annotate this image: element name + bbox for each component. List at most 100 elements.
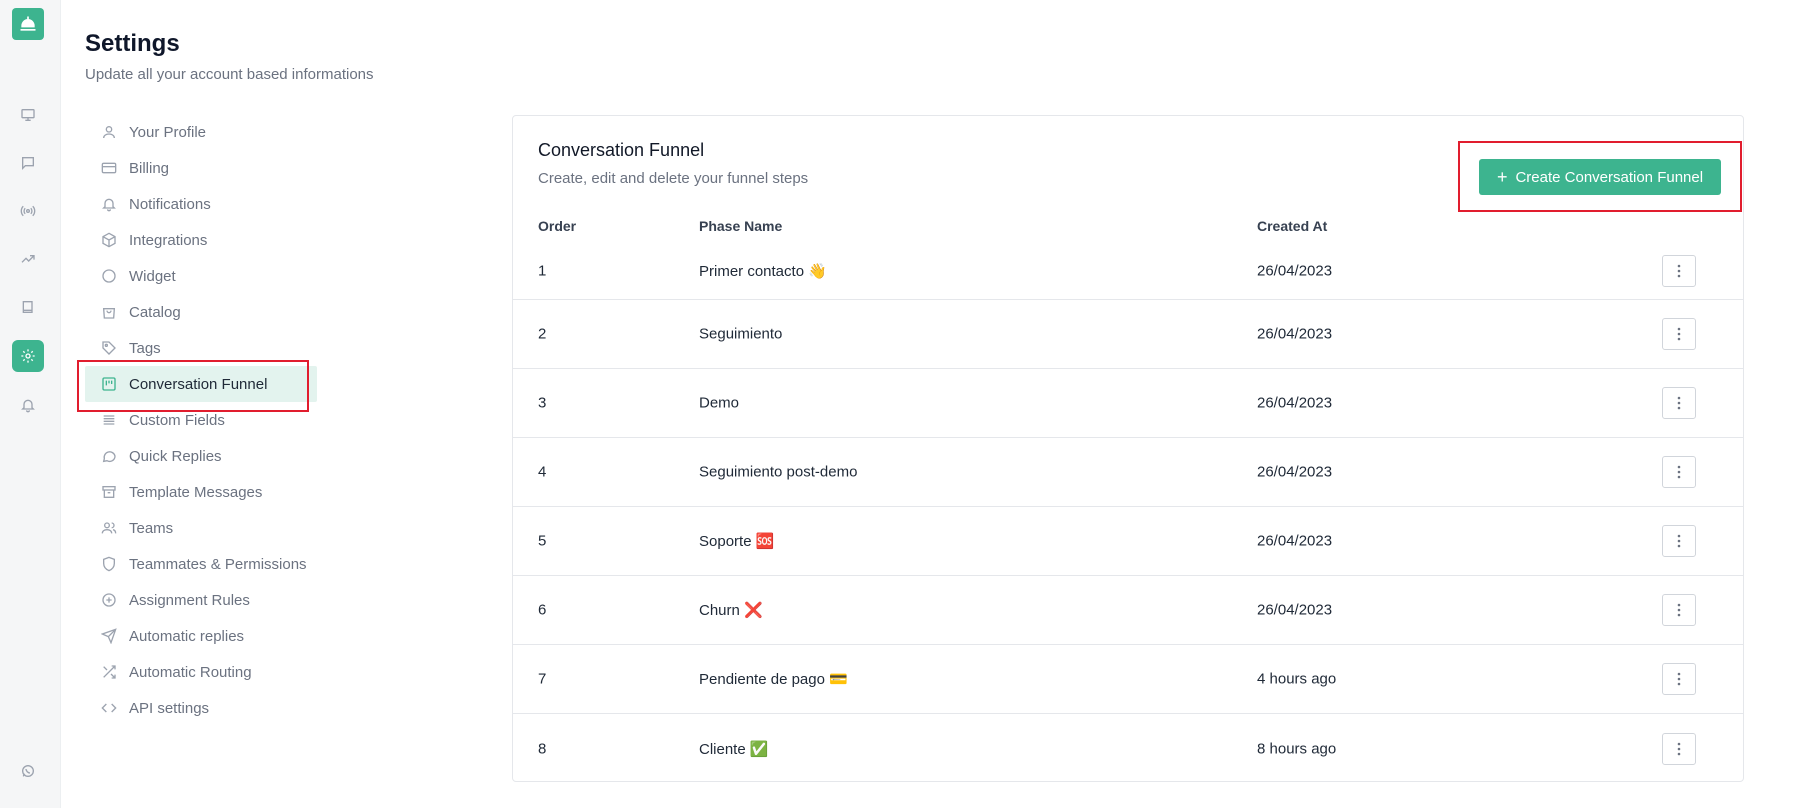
vertical-dots-icon [1677,465,1681,479]
vertical-dots-icon [1677,327,1681,341]
shield-icon [101,556,117,572]
row-created-at: 26/04/2023 [1257,394,1333,412]
more-options-button[interactable] [1662,525,1696,557]
icon-rail [0,0,61,808]
create-conversation-funnel-button[interactable]: + Create Conversation Funnel [1479,159,1721,195]
gear-icon[interactable] [12,340,44,372]
nav-item-label: Assignment Rules [129,591,250,609]
page-subtitle: Update all your account based informatio… [85,66,374,83]
nav-item-label: Quick Replies [129,447,222,465]
column-created-at: Created At [1257,218,1328,234]
nav-item-label: Teammates & Permissions [129,555,307,573]
nav-item-custom-fields[interactable]: Custom Fields [85,402,317,438]
user-icon [101,124,117,140]
send-icon [101,628,117,644]
nav-item-assignment-rules[interactable]: Assignment Rules [85,582,317,618]
users-icon [101,520,117,536]
nav-item-label: Billing [129,159,170,177]
nav-item-notifications[interactable]: Notifications [85,186,317,222]
nav-item-widget[interactable]: Widget [85,258,317,294]
row-phase-name: Churn ❌ [699,602,763,619]
vertical-dots-icon [1677,264,1681,277]
more-options-button[interactable] [1662,663,1696,695]
conversation-funnel-card: Conversation Funnel Create, edit and del… [512,115,1744,782]
bell-concierge-logo[interactable] [12,8,44,40]
nav-item-label: Conversation Funnel [129,375,268,393]
nav-item-automatic-replies[interactable]: Automatic replies [85,618,317,654]
table-row: 7 Pendiente de pago 💳 4 hours ago [513,645,1743,714]
row-created-at: 26/04/2023 [1257,262,1333,279]
nav-item-conversation-funnel[interactable]: Conversation Funnel [85,366,317,402]
row-created-at: 26/04/2023 [1257,601,1333,619]
vertical-dots-icon [1677,672,1681,686]
settings-nav: Your Profile Billing Notifications Integ… [85,114,317,726]
row-phase-name: Pendiente de pago 💳 [699,671,848,688]
vertical-dots-icon [1677,396,1681,410]
row-order: 6 [538,601,547,619]
chat-bubble-icon[interactable] [12,147,44,179]
more-options-button[interactable] [1662,254,1696,287]
table-row: 4 Seguimiento post-demo 26/04/2023 [513,438,1743,507]
trending-up-icon[interactable] [12,243,44,275]
shopping-bag-icon [101,304,117,320]
row-created-at: 26/04/2023 [1257,463,1333,481]
more-options-button[interactable] [1662,387,1696,419]
whatsapp-icon[interactable] [12,755,44,787]
list-icon [101,412,117,428]
nav-item-teammates-permissions[interactable]: Teammates & Permissions [85,546,317,582]
vertical-dots-icon [1677,534,1681,548]
vertical-dots-icon [1677,742,1681,755]
nav-item-label: Catalog [129,303,181,321]
nav-item-template-messages[interactable]: Template Messages [85,474,317,510]
row-created-at: 26/04/2023 [1257,532,1333,550]
nav-item-label: Teams [129,519,174,537]
cube-icon [101,232,117,248]
row-created-at: 8 hours ago [1257,740,1337,757]
page-title: Settings [85,30,180,57]
funnel-table-body: 1 Primer contacto 👋 26/04/2023 2 Seguimi… [513,242,1743,783]
nav-item-label: Notifications [129,195,211,213]
nav-item-catalog[interactable]: Catalog [85,294,317,330]
circle-icon [101,268,117,284]
table-row: 8 Cliente ✅ 8 hours ago [513,714,1743,783]
row-order: 5 [538,532,547,550]
row-order: 8 [538,740,547,757]
vertical-dots-icon [1677,603,1681,617]
nav-item-label: Template Messages [129,483,263,501]
more-options-button[interactable] [1662,594,1696,626]
bell-icon [101,196,117,212]
table-row: 5 Soporte 🆘 26/04/2023 [513,507,1743,576]
code-icon [101,700,117,716]
nav-item-teams[interactable]: Teams [85,510,317,546]
more-options-button[interactable] [1662,318,1696,350]
nav-item-label: Widget [129,267,176,285]
nav-item-label: API settings [129,699,210,717]
book-icon[interactable] [12,291,44,323]
row-order: 3 [538,394,547,412]
tag-icon [101,340,117,356]
nav-item-billing[interactable]: Billing [85,150,317,186]
more-options-button[interactable] [1662,732,1696,765]
row-order: 1 [538,262,547,279]
column-phase-name: Phase Name [699,218,783,234]
nav-item-api-settings[interactable]: API settings [85,690,317,726]
more-options-button[interactable] [1662,456,1696,488]
table-row: 1 Primer contacto 👋 26/04/2023 [513,242,1743,300]
nav-item-label: Your Profile [129,123,206,141]
kanban-icon [101,376,117,392]
credit-card-icon [101,160,117,176]
nav-item-tags[interactable]: Tags [85,330,317,366]
monitor-icon[interactable] [12,99,44,131]
nav-item-automatic-routing[interactable]: Automatic Routing [85,654,317,690]
nav-item-label: Integrations [129,231,208,249]
row-phase-name: Cliente ✅ [699,740,769,758]
nav-item-label: Custom Fields [129,411,225,429]
row-phase-name: Soporte 🆘 [699,533,775,550]
nav-item-your-profile[interactable]: Your Profile [85,114,317,150]
row-phase-name: Primer contacto 👋 [699,262,827,280]
nav-item-quick-replies[interactable]: Quick Replies [85,438,317,474]
row-order: 2 [538,325,547,343]
bell-icon[interactable] [12,389,44,421]
nav-item-integrations[interactable]: Integrations [85,222,317,258]
broadcast-icon[interactable] [12,195,44,227]
